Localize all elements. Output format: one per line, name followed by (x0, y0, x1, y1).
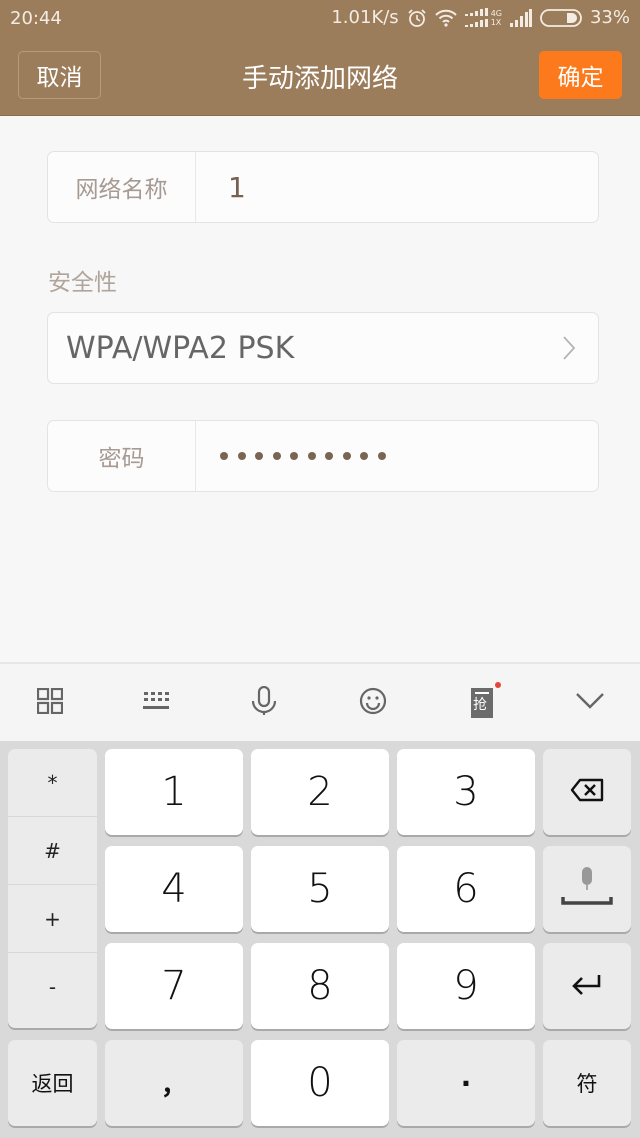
password-mask-dot (360, 452, 368, 460)
grid-menu-icon (36, 687, 64, 718)
red-envelope-icon: 抢 (471, 681, 501, 718)
network-type-1x: 1X (490, 17, 502, 27)
network-name-field[interactable]: 网络名称 1 (47, 151, 599, 223)
enter-icon (571, 972, 603, 1000)
title-bar: 取消 手动添加网络 确定 (0, 40, 640, 112)
network-name-input[interactable]: 1 (196, 171, 598, 204)
key-space[interactable] (543, 846, 631, 932)
key-7[interactable]: 7 (105, 943, 243, 1029)
key-5[interactable]: 5 (251, 846, 389, 932)
security-selector[interactable]: WPA/WPA2 PSK (47, 312, 599, 384)
space-mic-icon (559, 865, 615, 913)
password-mask-dot (342, 452, 351, 460)
key-3[interactable]: 3 (397, 749, 535, 835)
alarm-icon (407, 8, 427, 28)
battery-icon (540, 8, 582, 27)
emoji-button[interactable] (333, 664, 413, 741)
key-backspace[interactable] (543, 749, 631, 835)
grid-menu-button[interactable] (10, 664, 90, 741)
add-network-form: 网络名称 1 安全性 WPA/WPA2 PSK 密码 (0, 116, 640, 662)
network-name-label: 网络名称 (48, 152, 196, 222)
security-section-label: 安全性 (48, 270, 117, 296)
password-input[interactable] (196, 452, 598, 460)
wifi-icon (434, 9, 457, 27)
key-asterisk[interactable]: * (8, 749, 97, 817)
key-8[interactable]: 8 (251, 943, 389, 1029)
key-4[interactable]: 4 (105, 846, 243, 932)
network-type-4g: 4G (490, 8, 502, 18)
status-time: 20:44 (10, 8, 62, 29)
keyboard-icon (143, 691, 169, 715)
keyboard-switch-button[interactable] (116, 664, 196, 741)
confirm-button[interactable]: 确定 (539, 51, 622, 99)
key-enter[interactable] (543, 943, 631, 1029)
emoji-icon (359, 687, 387, 719)
password-label: 密码 (48, 421, 196, 491)
voice-input-button[interactable] (224, 664, 304, 741)
security-value: WPA/WPA2 PSK (66, 330, 295, 366)
network-speed: 1.01K/s (331, 7, 399, 28)
password-mask-dot (307, 452, 316, 460)
red-envelope-button[interactable]: 抢 (442, 664, 522, 741)
key-comma[interactable]: ， (105, 1040, 243, 1126)
key-minus[interactable]: - (8, 953, 97, 1021)
password-mask-dot (255, 452, 263, 460)
symbol-column: * # + - (8, 749, 97, 1028)
dual-signal-icon: 4G 1X (464, 7, 502, 28)
backspace-icon (570, 778, 604, 806)
key-plus[interactable]: + (8, 885, 97, 953)
collapse-keyboard-button[interactable] (550, 664, 630, 741)
key-hash[interactable]: # (8, 817, 97, 885)
password-mask-dot (237, 452, 246, 460)
keyboard-toolbar: 抢 (0, 662, 640, 741)
password-mask-dot (377, 452, 386, 460)
password-mask-dot (325, 452, 333, 460)
key-0[interactable]: 0 (251, 1040, 389, 1126)
key-back[interactable]: 返回 (8, 1040, 97, 1126)
chevron-right-icon (562, 335, 576, 365)
key-9[interactable]: 9 (397, 943, 535, 1029)
key-6[interactable]: 6 (397, 846, 535, 932)
password-mask-dot (290, 452, 298, 460)
password-mask-dot (272, 452, 281, 460)
password-mask-dot (220, 452, 228, 460)
battery-percent: 33% (589, 7, 630, 28)
microphone-icon (250, 685, 278, 720)
key-1[interactable]: 1 (105, 749, 243, 835)
key-2[interactable]: 2 (251, 749, 389, 835)
numeric-keyboard: * # + - 1 2 3 4 5 6 7 8 9 返回 ， 0 · 符 (0, 741, 640, 1138)
status-bar: 20:44 1.01K/s 4G 1X 33% (0, 0, 640, 38)
app-header: 20:44 1.01K/s 4G 1X 33% 取消 手动添加网络 确定 (0, 0, 640, 116)
key-symbols[interactable]: 符 (543, 1040, 631, 1126)
key-dot[interactable]: · (397, 1040, 535, 1126)
signal-icon (509, 8, 532, 27)
chevron-down-icon (575, 692, 605, 714)
password-field[interactable]: 密码 (47, 420, 599, 492)
red-envelope-text: 抢 (473, 696, 487, 713)
notification-dot (495, 681, 501, 688)
